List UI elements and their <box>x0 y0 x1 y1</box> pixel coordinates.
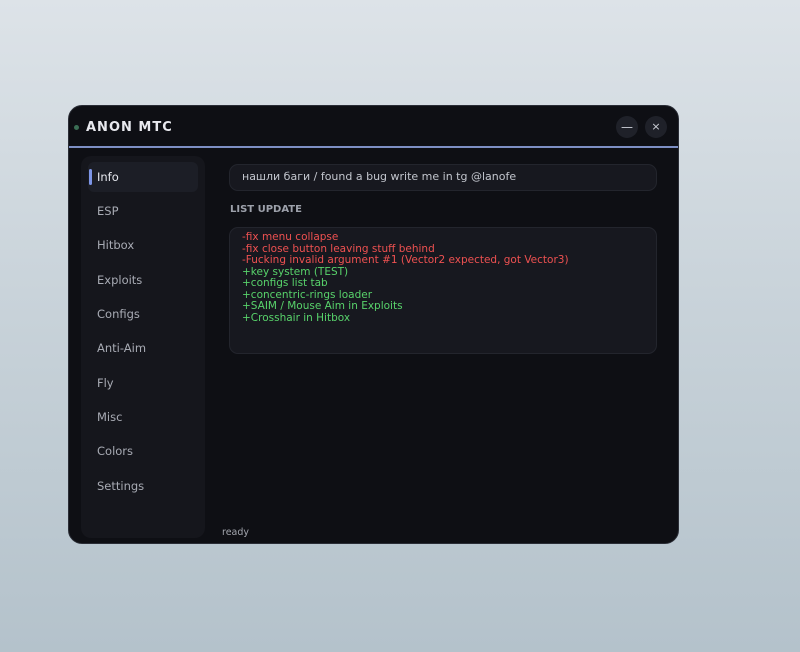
sidebar-item-colors[interactable]: Colors <box>88 436 198 466</box>
list-update-heading: LIST UPDATE <box>230 204 302 215</box>
app-window: ANON MTC — × Info ESP Hitbox Exploits Co… <box>68 105 679 544</box>
sidebar: Info ESP Hitbox Exploits Configs Anti-Ai… <box>81 156 205 538</box>
close-button[interactable]: × <box>645 116 667 138</box>
sidebar-item-hitbox[interactable]: Hitbox <box>88 230 198 260</box>
update-line: -Fucking invalid argument #1 (Vector2 ex… <box>242 254 569 266</box>
update-log[interactable]: -fix menu collapse -fix close button lea… <box>229 227 657 354</box>
sidebar-item-settings[interactable]: Settings <box>88 471 198 501</box>
status-text: ready <box>222 527 250 538</box>
minimize-button[interactable]: — <box>616 116 638 138</box>
status-dot-icon <box>74 125 79 130</box>
title-bar[interactable]: ANON MTC — × <box>69 106 678 148</box>
sidebar-item-anti-aim[interactable]: Anti-Aim <box>88 333 198 363</box>
update-line: +configs list tab <box>242 277 328 289</box>
update-line: +SAIM / Mouse Aim in Exploits <box>242 300 403 312</box>
sidebar-item-exploits[interactable]: Exploits <box>88 265 198 295</box>
sidebar-item-esp[interactable]: ESP <box>88 196 198 226</box>
window-title: ANON MTC <box>86 120 173 135</box>
update-line: -fix menu collapse <box>242 231 339 243</box>
bug-report-notice: нашли баги / found a bug write me in tg … <box>229 164 657 191</box>
sidebar-item-misc[interactable]: Misc <box>88 402 198 432</box>
sidebar-item-configs[interactable]: Configs <box>88 299 198 329</box>
sidebar-item-info[interactable]: Info <box>88 162 198 192</box>
sidebar-item-fly[interactable]: Fly <box>88 368 198 398</box>
update-line: +Crosshair in Hitbox <box>242 311 351 324</box>
